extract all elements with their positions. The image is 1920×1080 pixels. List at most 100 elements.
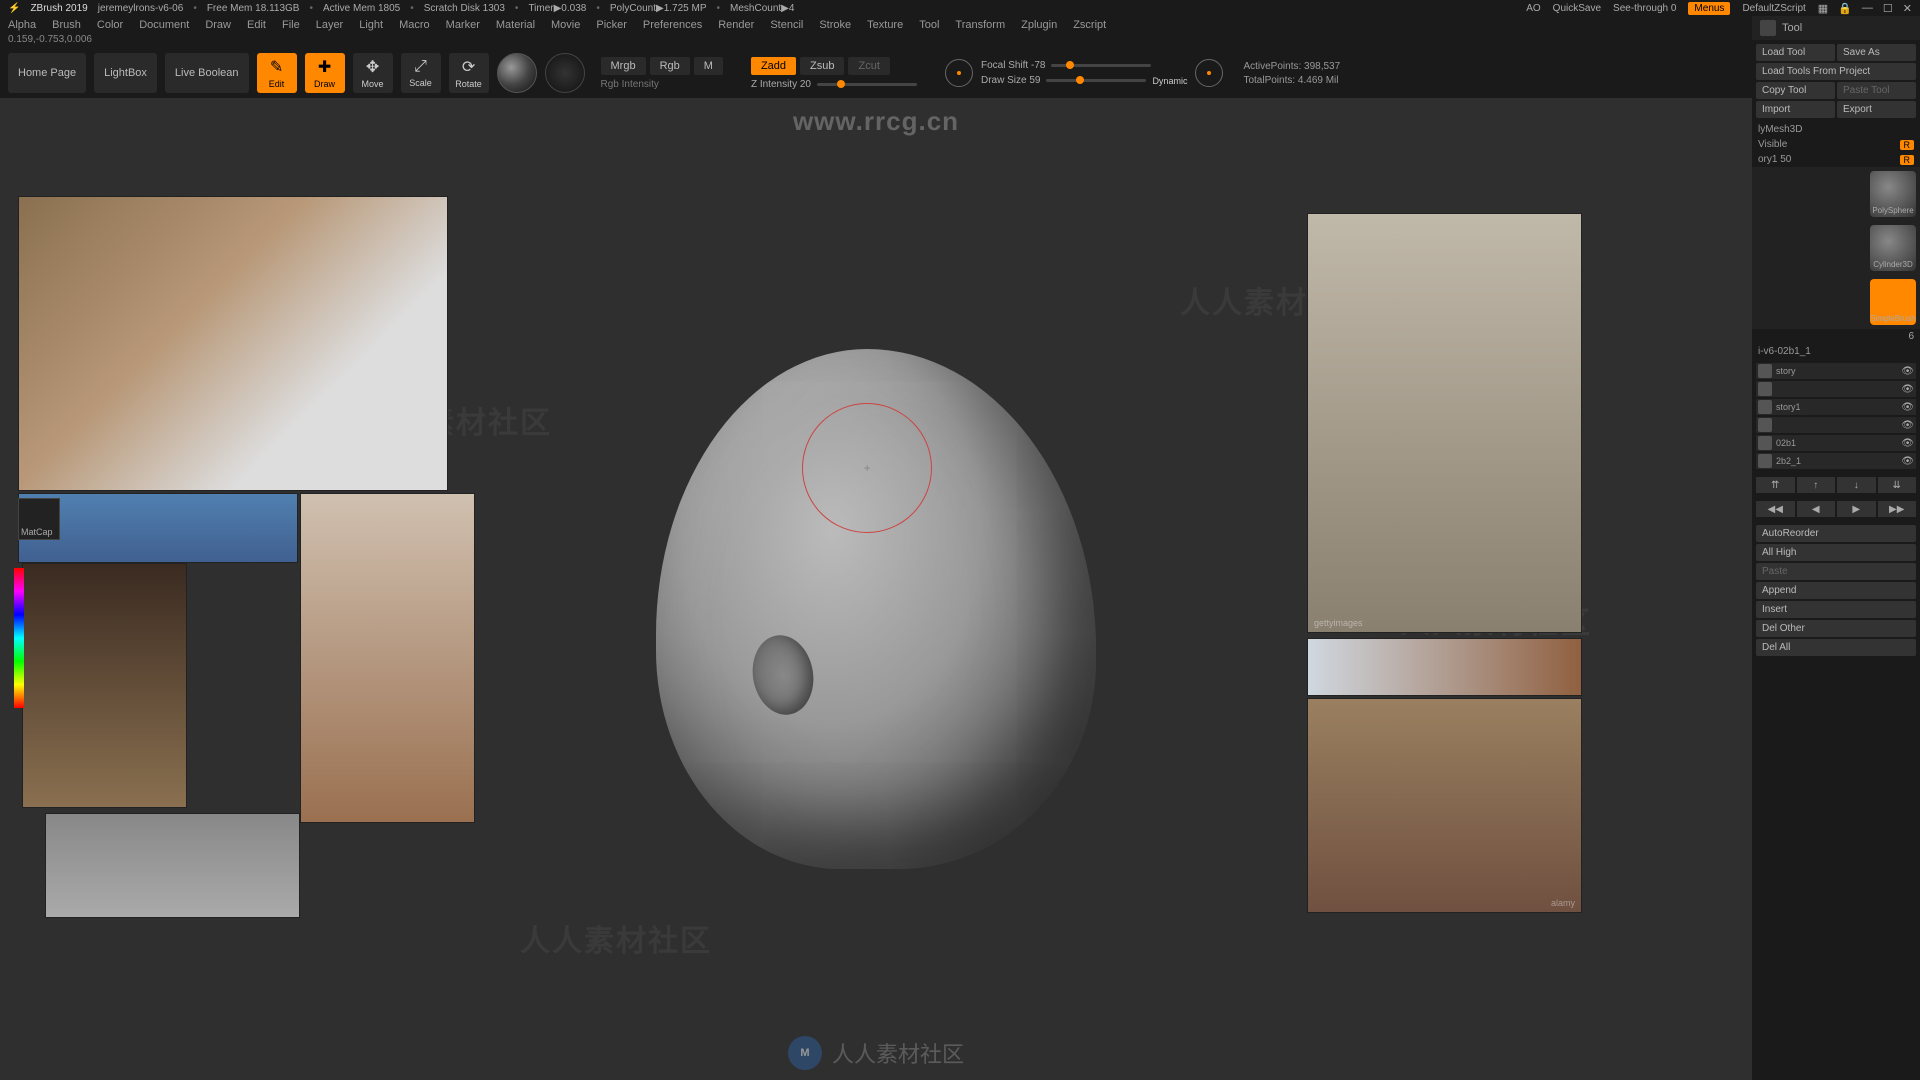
window-icon[interactable]: ▦ — [1818, 2, 1828, 15]
load-tool-button[interactable]: Load Tool — [1756, 44, 1835, 61]
append-button[interactable]: Append — [1756, 582, 1916, 599]
menu-render[interactable]: Render — [718, 19, 754, 31]
menu-marker[interactable]: Marker — [446, 19, 480, 31]
menu-zscript[interactable]: Zscript — [1073, 19, 1106, 31]
paste-tool-button[interactable]: Paste Tool — [1837, 82, 1916, 99]
eye-icon[interactable]: 👁 — [1901, 402, 1914, 413]
draw-size-slider[interactable]: Draw Size 59 Dynamic — [981, 75, 1187, 86]
subtool-history-row[interactable]: story1👁 — [1756, 399, 1916, 415]
reference-image-2[interactable] — [18, 493, 298, 563]
move-mode-button[interactable]: ✥Move — [353, 53, 393, 93]
move-down-all-button[interactable]: ⇊ — [1878, 477, 1917, 493]
zcut-button[interactable]: Zcut — [848, 57, 889, 75]
menu-stencil[interactable]: Stencil — [770, 19, 803, 31]
quicksave-button[interactable]: QuickSave — [1553, 3, 1601, 14]
matcap-thumbnail[interactable]: MatCap — [18, 498, 60, 540]
reference-image-8[interactable]: alamy — [1307, 698, 1582, 913]
menu-zplugin[interactable]: Zplugin — [1021, 19, 1057, 31]
menu-picker[interactable]: Picker — [596, 19, 627, 31]
load-from-project-button[interactable]: Load Tools From Project — [1756, 63, 1916, 80]
rgb-intensity-label[interactable]: Rgb Intensity — [601, 79, 723, 90]
nav-prev-all-button[interactable]: ◀◀ — [1756, 501, 1795, 517]
auto-reorder-button[interactable]: AutoReorder — [1756, 525, 1916, 542]
menu-layer[interactable]: Layer — [316, 19, 344, 31]
menu-preferences[interactable]: Preferences — [643, 19, 702, 31]
maximize-icon[interactable]: ☐ — [1883, 2, 1893, 15]
menu-stroke[interactable]: Stroke — [819, 19, 851, 31]
subtool-history-row[interactable]: story👁 — [1756, 363, 1916, 379]
save-as-button[interactable]: Save As — [1837, 44, 1916, 61]
lock-icon[interactable]: 🔒 — [1838, 2, 1852, 15]
zsub-button[interactable]: Zsub — [800, 57, 844, 75]
scale-mode-button[interactable]: ⤢Scale — [401, 53, 441, 93]
focal-shift-control[interactable] — [945, 59, 973, 87]
lightbox-button[interactable]: LightBox — [94, 53, 157, 93]
menus-toggle[interactable]: Menus — [1688, 2, 1730, 15]
tool-preview-cylinder[interactable]: Cylinder3D — [1870, 225, 1916, 271]
tool-preview-polysphere[interactable]: PolySphere — [1870, 171, 1916, 217]
menu-alpha[interactable]: Alpha — [8, 19, 36, 31]
menu-draw[interactable]: Draw — [205, 19, 231, 31]
reference-image-5[interactable] — [45, 813, 300, 918]
eye-icon[interactable]: 👁 — [1901, 366, 1914, 377]
move-up-button[interactable]: ↑ — [1797, 477, 1836, 493]
all-high-button[interactable]: All High — [1756, 544, 1916, 561]
menu-material[interactable]: Material — [496, 19, 535, 31]
eye-icon[interactable]: 👁 — [1901, 456, 1914, 467]
close-icon[interactable]: ✕ — [1903, 2, 1912, 15]
menu-color[interactable]: Color — [97, 19, 123, 31]
del-other-button[interactable]: Del Other — [1756, 620, 1916, 637]
draw-mode-button[interactable]: ✚Draw — [305, 53, 345, 93]
subtool-history-row[interactable]: 02b1👁 — [1756, 435, 1916, 451]
r-button[interactable]: R — [1900, 140, 1915, 150]
eye-icon[interactable]: 👁 — [1901, 384, 1914, 395]
subtool-history-row[interactable]: 2b2_1👁 — [1756, 453, 1916, 469]
menu-edit[interactable]: Edit — [247, 19, 266, 31]
import-button[interactable]: Import — [1756, 101, 1835, 118]
minimize-icon[interactable]: — — [1862, 2, 1873, 15]
subtool-history-row[interactable]: 👁 — [1756, 417, 1916, 433]
reference-image-1[interactable] — [18, 196, 448, 491]
nav-next-all-button[interactable]: ▶▶ — [1878, 501, 1917, 517]
live-boolean-button[interactable]: Live Boolean — [165, 53, 249, 93]
eye-icon[interactable]: 👁 — [1901, 420, 1914, 431]
focal-shift-slider[interactable]: Focal Shift -78 — [981, 60, 1187, 71]
edit-mode-button[interactable]: ✎Edit — [257, 53, 297, 93]
menu-texture[interactable]: Texture — [867, 19, 903, 31]
m-button[interactable]: M — [694, 57, 723, 75]
copy-tool-button[interactable]: Copy Tool — [1756, 82, 1835, 99]
subtool-item[interactable]: i-v6-02b1_1 — [1758, 346, 1914, 357]
reference-image-3[interactable] — [22, 563, 187, 808]
menu-movie[interactable]: Movie — [551, 19, 580, 31]
menu-transform[interactable]: Transform — [955, 19, 1005, 31]
mrgb-button[interactable]: Mrgb — [601, 57, 646, 75]
perspective-button[interactable] — [545, 53, 585, 93]
memory-slider[interactable]: ory1 50 — [1758, 154, 1896, 165]
reference-image-4[interactable] — [300, 493, 475, 823]
reference-image-7[interactable] — [1307, 638, 1582, 696]
menu-light[interactable]: Light — [359, 19, 383, 31]
draw-size-control[interactable] — [1195, 59, 1223, 87]
menu-macro[interactable]: Macro — [399, 19, 430, 31]
default-zscript[interactable]: DefaultZScript — [1742, 3, 1805, 14]
zadd-button[interactable]: Zadd — [751, 57, 796, 75]
r-button-2[interactable]: R — [1900, 155, 1915, 165]
menu-brush[interactable]: Brush — [52, 19, 81, 31]
move-up-all-button[interactable]: ⇈ — [1756, 477, 1795, 493]
reference-image-6[interactable]: gettyimages — [1307, 213, 1582, 633]
home-page-button[interactable]: Home Page — [8, 53, 86, 93]
tool-preview-simplebrush[interactable]: SimpleBrush — [1870, 279, 1916, 325]
rotate-mode-button[interactable]: ⟳Rotate — [449, 53, 489, 93]
nav-prev-button[interactable]: ◀ — [1797, 501, 1836, 517]
move-down-button[interactable]: ↓ — [1837, 477, 1876, 493]
export-button[interactable]: Export — [1837, 101, 1916, 118]
menu-document[interactable]: Document — [139, 19, 189, 31]
insert-button[interactable]: Insert — [1756, 601, 1916, 618]
rgb-button[interactable]: Rgb — [650, 57, 690, 75]
del-all-button[interactable]: Del All — [1756, 639, 1916, 656]
menu-file[interactable]: File — [282, 19, 300, 31]
subtool-history-row[interactable]: 👁 — [1756, 381, 1916, 397]
menu-tool[interactable]: Tool — [919, 19, 939, 31]
z-intensity-slider[interactable]: Z Intensity 20 — [751, 79, 917, 90]
eye-icon[interactable]: 👁 — [1901, 438, 1914, 449]
